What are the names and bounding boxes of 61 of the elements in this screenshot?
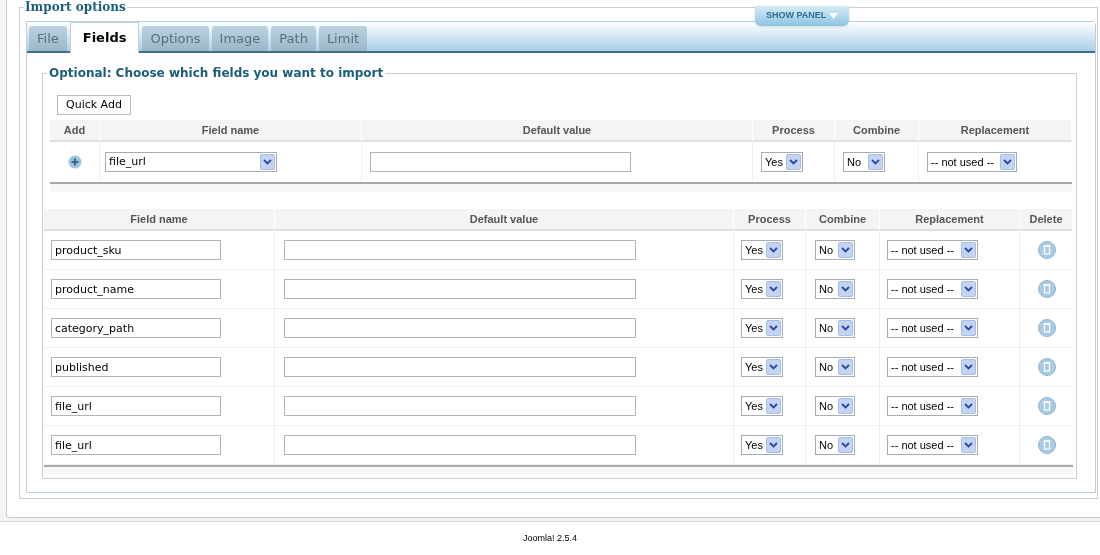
column-header: Replacement (880, 209, 1020, 232)
input-field[interactable] (284, 318, 636, 339)
caret-icon (829, 13, 839, 19)
input-field[interactable] (284, 279, 636, 300)
input-field[interactable] (284, 435, 636, 456)
input-field[interactable]: published (51, 357, 221, 378)
column-header: Add (50, 120, 100, 143)
select-field[interactable]: -- not used -- (887, 240, 978, 261)
select-field[interactable]: Yes (741, 357, 783, 378)
select-field[interactable]: -- not used -- (927, 152, 1017, 173)
select-field[interactable]: No (815, 240, 855, 261)
select-field[interactable]: No (843, 152, 885, 173)
select-field[interactable]: Yes (741, 435, 783, 456)
column-header: Delete (1020, 209, 1073, 232)
select-field[interactable]: No (815, 435, 855, 456)
add-icon[interactable] (67, 155, 82, 170)
input-field[interactable]: file_url (51, 435, 221, 456)
column-header: Combine (806, 209, 880, 232)
select-field[interactable]: -- not used -- (887, 279, 978, 300)
column-header: Process (753, 120, 835, 143)
select-field[interactable]: -- not used -- (887, 435, 978, 456)
column-header: Field name (44, 209, 275, 232)
input-field[interactable]: file_url (51, 396, 221, 417)
column-header: Process (734, 209, 806, 232)
select-field[interactable]: No (815, 396, 855, 417)
delete-icon[interactable] (1037, 358, 1056, 377)
select-field[interactable]: Yes (741, 396, 783, 417)
delete-icon[interactable] (1037, 397, 1056, 416)
select-field[interactable]: No (815, 357, 855, 378)
input-field[interactable] (370, 152, 631, 173)
input-field[interactable]: category_path (51, 318, 221, 339)
select-field[interactable]: -- not used -- (887, 357, 978, 378)
select-field[interactable]: -- not used -- (887, 318, 978, 339)
delete-icon[interactable] (1037, 436, 1056, 455)
select-field[interactable]: Yes (741, 240, 783, 261)
select-field[interactable]: No (815, 279, 855, 300)
input-field[interactable] (284, 357, 636, 378)
column-header: Field name (100, 120, 362, 143)
select-field[interactable]: -- not used -- (887, 396, 978, 417)
delete-icon[interactable] (1037, 280, 1056, 299)
input-field[interactable]: product_sku (51, 240, 221, 261)
tab[interactable]: Fields (69, 22, 140, 53)
quick-add-button[interactable]: Quick Add (57, 95, 131, 116)
input-field[interactable]: product_name (51, 279, 221, 300)
column-header: Combine (835, 120, 919, 143)
column-header: Default value (275, 209, 734, 232)
footer-version: Joomla! 2.5.4 (523, 531, 577, 545)
fieldset-title: Import options (24, 0, 127, 14)
select-field[interactable]: Yes (761, 152, 803, 173)
column-header: Default value (362, 120, 753, 143)
delete-icon[interactable] (1037, 319, 1056, 338)
input-field[interactable] (284, 396, 636, 417)
column-header: Replacement (919, 120, 1072, 143)
show-panel-button[interactable]: SHOW PANEL (755, 6, 850, 26)
select-field[interactable]: file_url (105, 152, 277, 173)
delete-icon[interactable] (1037, 241, 1056, 260)
section-title: Optional: Choose which fields you want to import (47, 66, 386, 80)
select-field[interactable]: No (815, 318, 855, 339)
select-field[interactable]: Yes (741, 318, 783, 339)
input-field[interactable] (284, 240, 636, 261)
select-field[interactable]: Yes (741, 279, 783, 300)
